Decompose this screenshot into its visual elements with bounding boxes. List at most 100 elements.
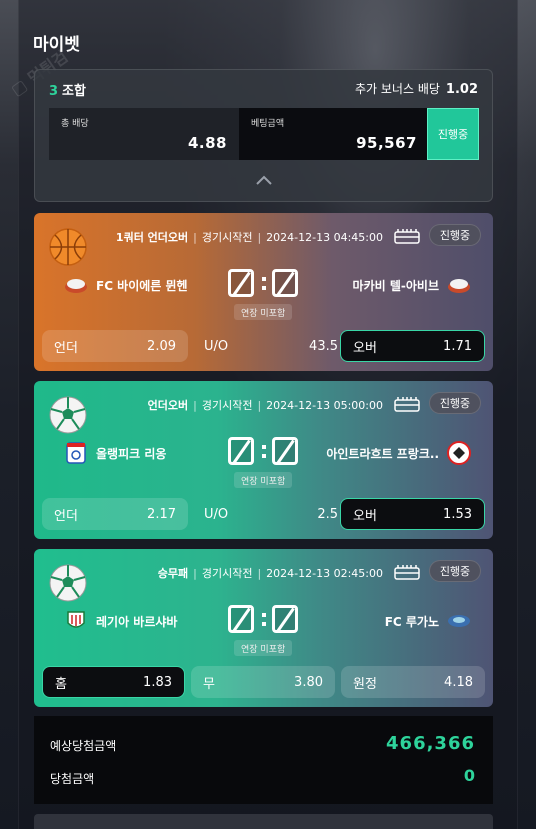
option-odds: 4.18 (444, 674, 473, 690)
score-separator (262, 613, 266, 626)
option-odds: 43.5 (309, 338, 338, 354)
option-label: 오버 (353, 508, 377, 524)
team-logo-icon (66, 442, 86, 464)
combo-label: 조합 (62, 84, 86, 99)
home-team: FC 바이에른 뮌헨 (64, 273, 188, 297)
option-label: 언더 (54, 340, 78, 356)
away-score (272, 605, 298, 633)
bet-card: 언더오버 | 경기시작전 | 2024-12-13 05:00:00 진행중 올랭피크 … (34, 381, 493, 539)
market-name: 승무패 (157, 567, 189, 580)
away-team: 마카비 텔-아비브 (353, 273, 471, 297)
stadium-icon[interactable] (393, 562, 421, 582)
option-odds: 3.80 (294, 674, 323, 690)
home-team-name: FC 바이에른 뮌헨 (96, 278, 188, 293)
status-badge: 진행중 (429, 224, 481, 246)
match-datetime: 2024-12-13 05:00:00 (266, 399, 383, 412)
soccer-ball-icon (49, 396, 87, 434)
option-odds: 1.83 (143, 674, 172, 690)
option-label: 홈 (55, 676, 67, 692)
away-team: 아인트라흐트 프랑크.. (326, 441, 471, 465)
under-option[interactable]: 언더 2.09 (42, 330, 188, 362)
bonus-info: 추가 보너스 배당 1.02 (355, 80, 478, 97)
bet-amount-value: 95,567 (356, 134, 417, 152)
market-name: 1쿼터 언더오버 (115, 231, 189, 244)
score-separator (262, 277, 266, 290)
option-label: 언더 (54, 508, 78, 524)
total-odds-value: 4.88 (187, 134, 227, 152)
under-option[interactable]: 언더 2.17 (42, 498, 188, 530)
extra-time-note: 연장 미포함 (234, 640, 293, 656)
expected-win-label: 예상당첨금액 (50, 739, 117, 753)
status-badge: 진행중 (429, 560, 481, 582)
over-option-selected[interactable]: 오버 1.53 (340, 498, 485, 530)
bonus-label: 추가 보너스 배당 (355, 82, 440, 96)
uo-line: U/O 43.5 (204, 330, 338, 362)
scoreboard (228, 605, 300, 635)
extra-time-note: 연장 미포함 (234, 472, 293, 488)
away-option[interactable]: 원정 4.18 (341, 666, 485, 698)
home-team: 올랭피크 리옹 (64, 441, 166, 465)
away-score (272, 269, 298, 297)
home-team-name: 올랭피크 리옹 (96, 446, 167, 461)
team-logo-icon (67, 611, 85, 628)
option-odds: 1.53 (443, 506, 472, 522)
away-team: FC 루가노 (385, 609, 471, 633)
status-button[interactable]: 진행중 (427, 108, 479, 160)
bet-summary-panel: 3 조합 추가 보너스 배당 1.02 총 배당 4.88 베팅금액 95,567 … (34, 69, 493, 202)
home-option-selected[interactable]: 홈 1.83 (42, 666, 185, 698)
chevron-up-icon[interactable] (255, 173, 273, 187)
home-score (228, 269, 254, 297)
option-label: 오버 (353, 340, 377, 356)
score-separator (262, 445, 266, 458)
scoreboard (228, 269, 300, 299)
match-state: 경기시작전 (201, 567, 253, 580)
over-option-selected[interactable]: 오버 1.71 (340, 330, 485, 362)
total-odds-label: 총 배당 (61, 119, 89, 129)
team-logo-icon (65, 279, 87, 293)
win-amount-label: 당첨금액 (50, 772, 95, 786)
draw-option[interactable]: 무 3.80 (191, 666, 335, 698)
scoreboard (228, 437, 300, 467)
bet-amount-box: 베팅금액 95,567 (239, 108, 429, 160)
combo-info: 3 조합 (49, 80, 86, 99)
expected-win-value: 466,366 (386, 733, 475, 754)
match-state: 경기시작전 (201, 399, 253, 412)
bet-card: 승무패 | 경기시작전 | 2024-12-13 02:45:00 진행중 레기아 바르… (34, 549, 493, 707)
home-score (228, 605, 254, 633)
option-label: 무 (203, 676, 215, 692)
match-meta: 1쿼터 언더오버 | 경기시작전 | 2024-12-13 04:45:00 (115, 231, 383, 244)
home-score (228, 437, 254, 465)
away-score (272, 437, 298, 465)
total-odds-box: 총 배당 4.88 (49, 108, 239, 160)
away-team-name: FC 루가노 (384, 614, 439, 629)
odds-row: 언더 2.17 U/O 2.5 오버 1.53 (42, 498, 485, 530)
option-odds: 2.09 (147, 338, 176, 354)
page-title: 마이벳 (33, 35, 80, 55)
next-panel-edge (34, 814, 493, 829)
option-odds: 2.17 (147, 506, 176, 522)
match-datetime: 2024-12-13 04:45:00 (266, 231, 383, 244)
odds-row: 언더 2.09 U/O 43.5 오버 1.71 (42, 330, 485, 362)
extra-time-note: 연장 미포함 (234, 304, 293, 320)
basketball-icon (49, 228, 87, 266)
match-state: 경기시작전 (201, 231, 253, 244)
option-label: U/O (204, 506, 229, 522)
home-team: 레기아 바르샤바 (64, 609, 177, 633)
win-amount-value: 0 (463, 766, 475, 785)
bonus-value: 1.02 (445, 82, 478, 97)
uo-line: U/O 2.5 (204, 498, 338, 530)
away-team-name: 아인트라흐트 프랑크.. (326, 446, 439, 461)
stadium-icon[interactable] (393, 226, 421, 246)
stadium-icon[interactable] (393, 394, 421, 414)
match-meta: 언더오버 | 경기시작전 | 2024-12-13 05:00:00 (147, 399, 383, 412)
away-team-name: 마카비 텔-아비브 (352, 278, 439, 293)
match-meta: 승무패 | 경기시작전 | 2024-12-13 02:45:00 (157, 567, 383, 580)
status-badge: 진행중 (429, 392, 481, 414)
team-logo-icon (448, 615, 470, 627)
bet-amount-label: 베팅금액 (251, 119, 285, 129)
bet-card: 1쿼터 언더오버 | 경기시작전 | 2024-12-13 04:45:00 진행중 F… (34, 213, 493, 371)
option-odds: 2.5 (317, 506, 338, 522)
combo-count: 3 (49, 84, 59, 99)
home-team-name: 레기아 바르샤바 (96, 614, 178, 629)
team-logo-icon (447, 441, 471, 465)
